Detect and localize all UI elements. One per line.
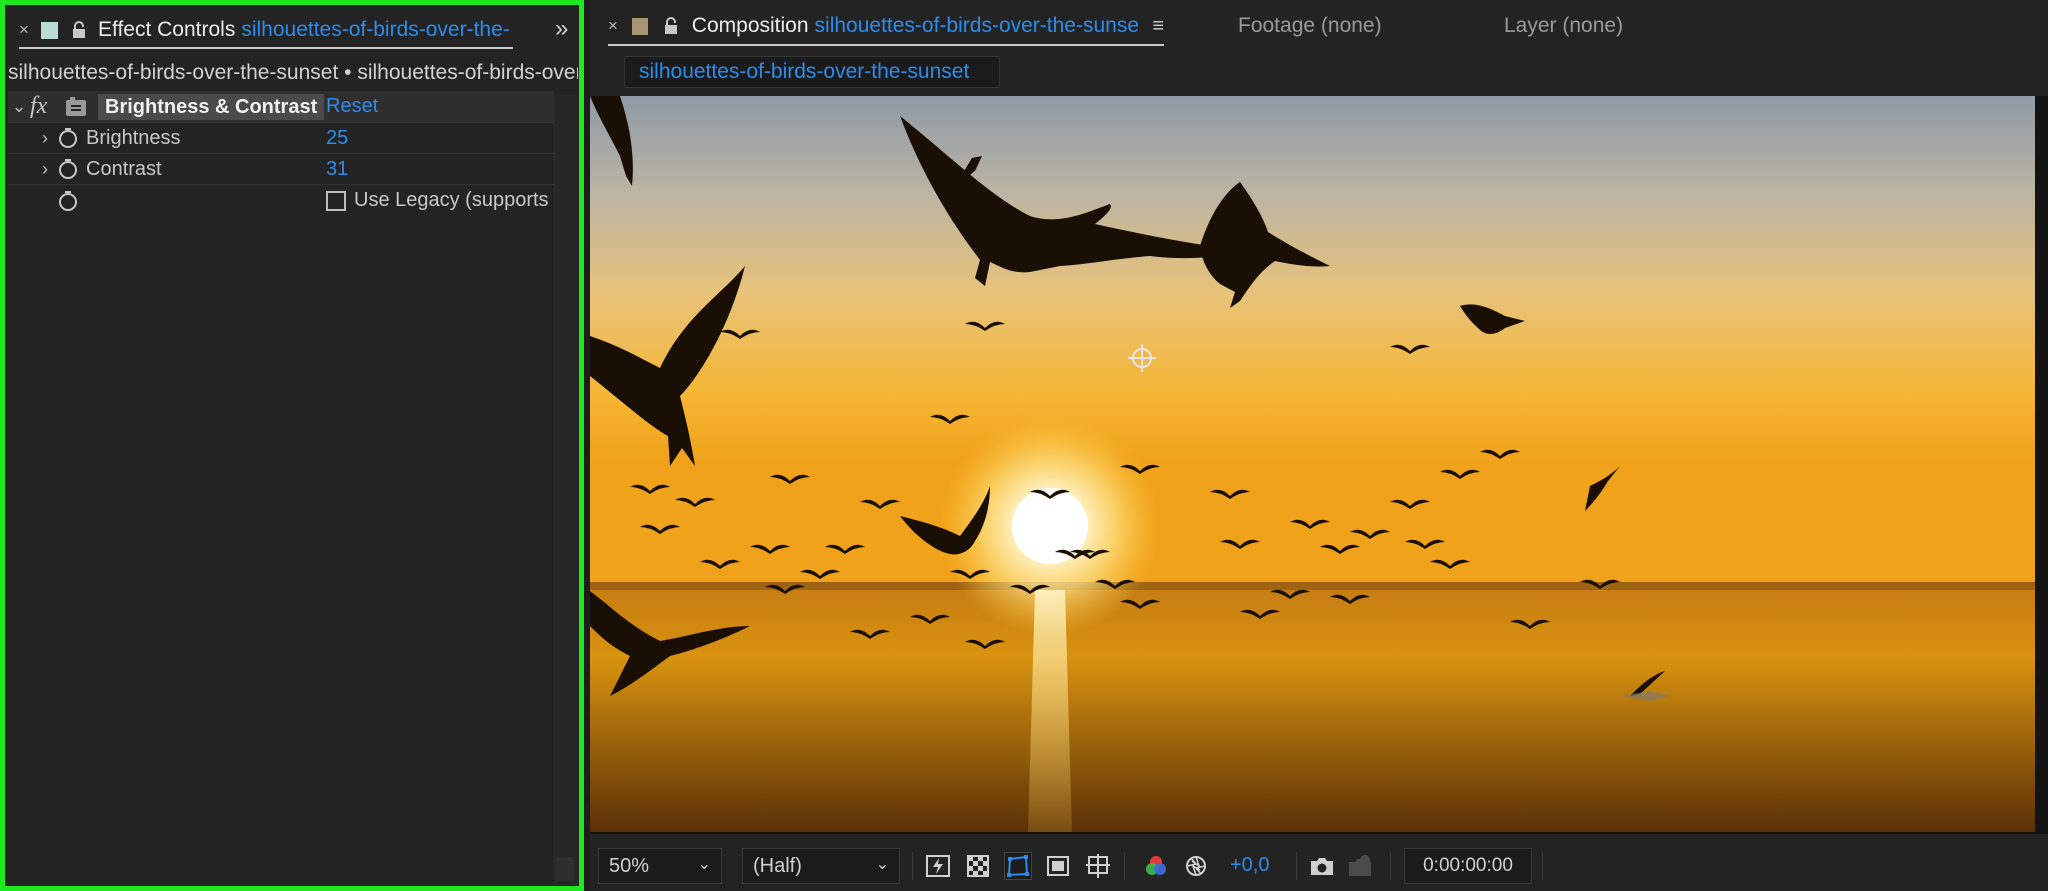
transparency-grid-icon[interactable]	[964, 852, 992, 880]
panel-color-swatch-icon	[631, 17, 649, 35]
resolution-value: (Half)	[753, 854, 802, 877]
effect-property-list: ⌄ fx Brightness & Contrast Reset › Brigh…	[8, 91, 554, 216]
tab-comp-link[interactable]: silhouettes-of-birds-over-the-	[241, 18, 509, 42]
tab-comp-link[interactable]: silhouettes-of-birds-over-the-sunset	[815, 14, 1139, 38]
grid-guides-icon[interactable]	[1084, 852, 1112, 880]
fast-preview-icon[interactable]	[924, 852, 952, 880]
stopwatch-icon[interactable]	[56, 157, 80, 181]
panel-menu-icon[interactable]: ≡	[1152, 15, 1164, 38]
composition-navigator-tab[interactable]: silhouettes-of-birds-over-the-sunset	[624, 56, 1000, 88]
composition-viewer[interactable]	[590, 96, 2048, 834]
chevron-down-icon: ⌄	[697, 856, 711, 873]
reset-exposure-icon[interactable]	[1182, 852, 1210, 880]
mask-path-visibility-icon[interactable]	[1004, 852, 1032, 880]
toolbar-divider	[1390, 852, 1391, 880]
collapse-chevron-icon[interactable]: ⌄	[8, 96, 30, 117]
vertical-scrollbar[interactable]	[554, 95, 578, 885]
composition-tabbar: × Composition silhouettes-of-birds-over-…	[590, 0, 2048, 50]
channel-rgb-icon[interactable]	[1142, 852, 1170, 880]
property-name: Brightness	[86, 126, 181, 149]
exposure-value[interactable]: +0,0	[1230, 854, 1269, 877]
contrast-value[interactable]: 31	[326, 158, 348, 181]
effect-name[interactable]: Brightness & Contrast	[98, 93, 325, 120]
effect-controls-panel: × Effect Controls silhouettes-of-birds-o…	[0, 0, 584, 891]
tab-composition[interactable]: × Composition silhouettes-of-birds-over-…	[608, 8, 1164, 46]
toolbar-divider	[1542, 852, 1543, 880]
tab-title: Effect Controls	[98, 18, 236, 41]
fx-toggle-icon[interactable]: fx	[30, 93, 56, 120]
chevron-down-icon: ⌄	[875, 856, 889, 873]
zoom-dropdown[interactable]: 50% ⌄	[598, 848, 722, 884]
effect-header-row[interactable]: ⌄ fx Brightness & Contrast Reset	[8, 91, 554, 123]
use-legacy-checkbox[interactable]	[326, 191, 346, 211]
stopwatch-icon[interactable]	[56, 126, 80, 150]
panel-color-swatch-icon	[41, 21, 58, 39]
close-tab-icon[interactable]: ×	[608, 16, 630, 36]
stopwatch-icon[interactable]	[56, 189, 80, 213]
resolution-dropdown[interactable]: (Half) ⌄	[742, 848, 900, 884]
zoom-value: 50%	[609, 854, 650, 877]
use-legacy-label: Use Legacy (supports	[354, 189, 549, 211]
tab-layer[interactable]: Layer (none)	[1504, 14, 1623, 38]
show-snapshot-icon[interactable]	[1346, 852, 1374, 880]
panel-overflow-icon[interactable]: »	[555, 15, 568, 43]
current-time-display[interactable]: 0:00:00:00	[1404, 848, 1532, 884]
property-row-contrast[interactable]: › Contrast 31	[8, 154, 554, 185]
property-name: Contrast	[86, 157, 162, 180]
lock-icon[interactable]	[660, 15, 682, 37]
toolbar-divider	[1296, 852, 1297, 880]
property-row-legacy[interactable]: Use Legacy (supports	[8, 185, 554, 216]
lock-icon[interactable]	[68, 19, 90, 41]
effect-controls-tabbar: × Effect Controls silhouettes-of-birds-o…	[5, 5, 579, 49]
reset-button[interactable]: Reset	[326, 95, 378, 118]
tab-title: Composition	[691, 14, 809, 37]
tab-footage[interactable]: Footage (none)	[1238, 14, 1382, 38]
brightness-value[interactable]: 25	[326, 127, 348, 150]
expand-chevron-icon[interactable]: ›	[34, 128, 56, 149]
composition-panel: × Composition silhouettes-of-birds-over-…	[590, 0, 2048, 891]
toolbar-divider	[912, 852, 913, 880]
snapshot-camera-icon[interactable]	[1308, 852, 1336, 880]
tab-effect-controls[interactable]: × Effect Controls silhouettes-of-birds-o…	[19, 13, 513, 49]
viewer-footer-toolbar: 50% ⌄ (Half) ⌄ +0,0 0:00:00:00	[590, 844, 2048, 891]
property-row-brightness[interactable]: › Brightness 25	[8, 123, 554, 154]
breadcrumb: silhouettes-of-birds-over-the-sunset • s…	[8, 61, 578, 84]
sunset-birds-frame	[590, 96, 2035, 832]
effect-preset-icon[interactable]	[62, 96, 90, 118]
toolbar-divider	[1124, 852, 1125, 880]
expand-chevron-icon[interactable]: ›	[34, 159, 56, 180]
region-of-interest-icon[interactable]	[1044, 852, 1072, 880]
close-tab-icon[interactable]: ×	[19, 20, 41, 40]
scrollbar-thumb[interactable]	[556, 857, 574, 881]
